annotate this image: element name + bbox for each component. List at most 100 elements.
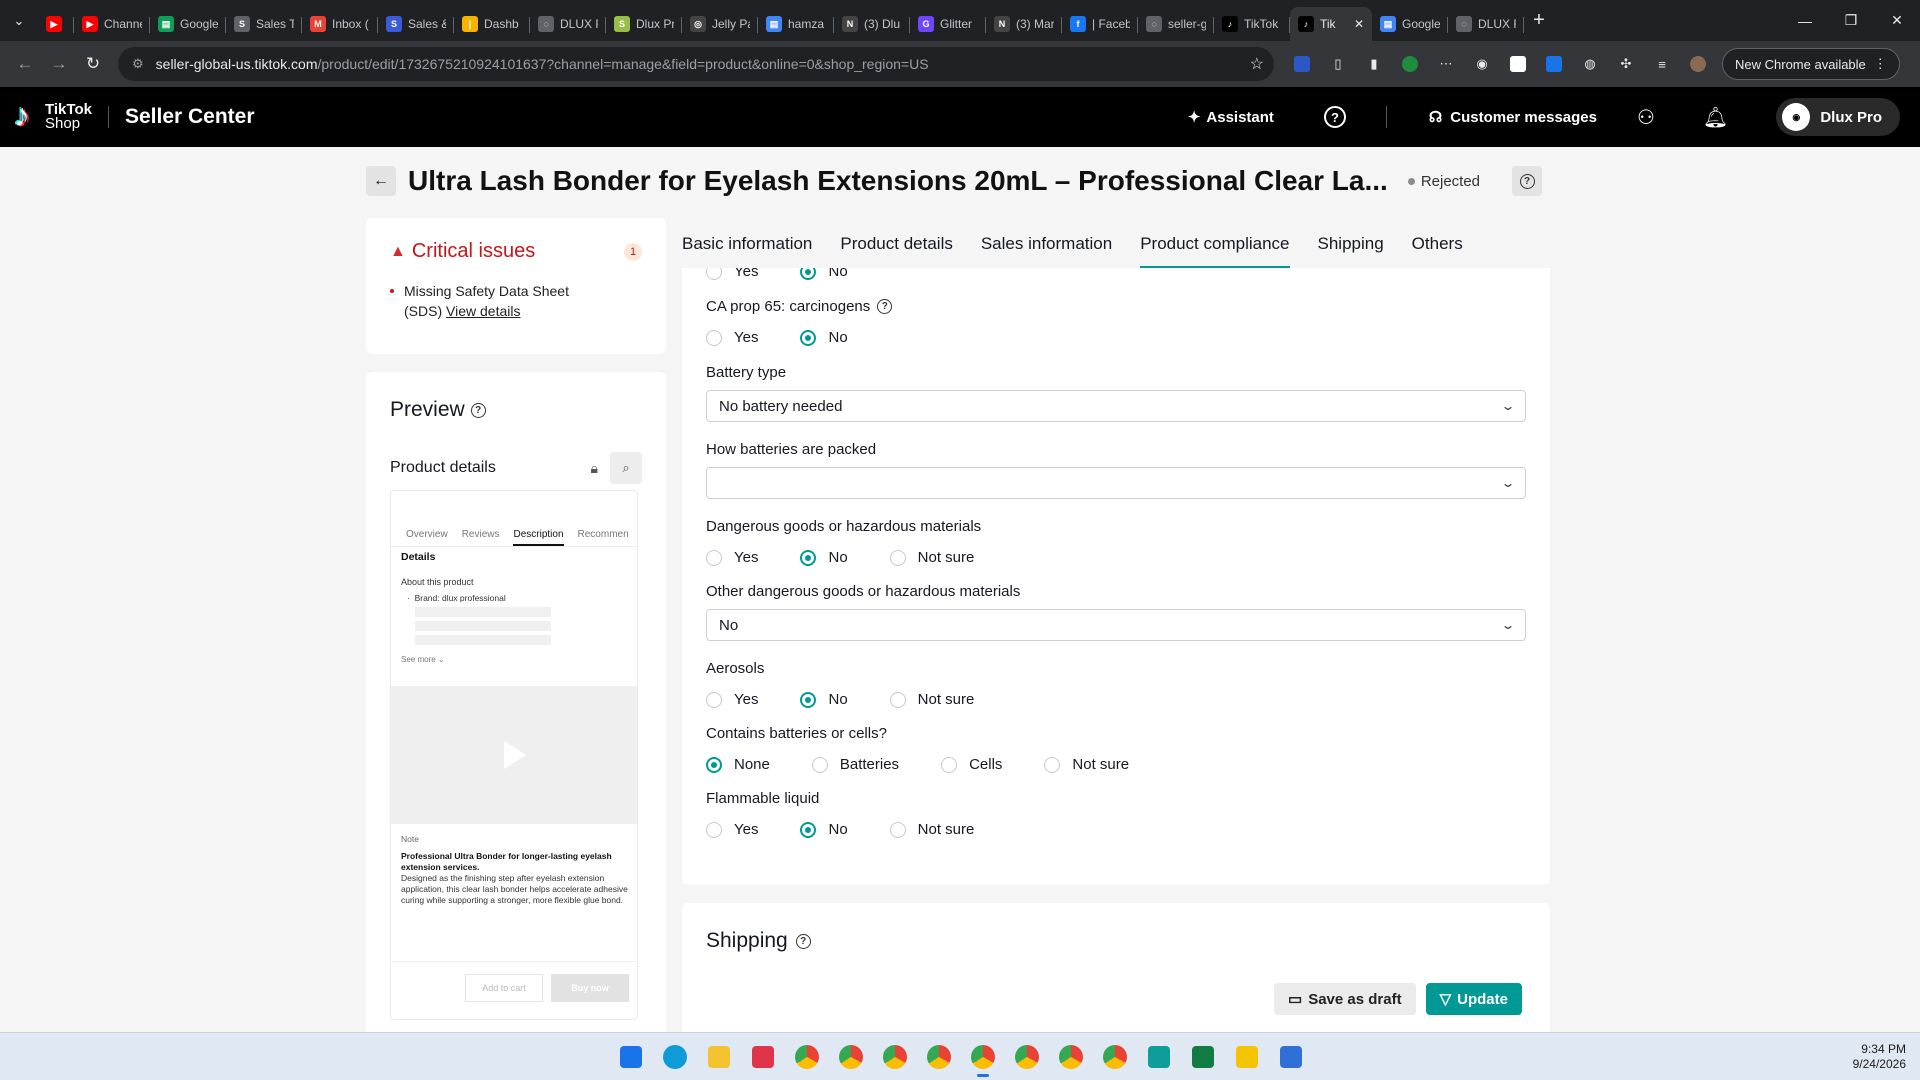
tab-others[interactable]: Others (1412, 234, 1463, 268)
radio-circle[interactable] (800, 329, 817, 346)
page-help-button[interactable]: ? (1512, 166, 1542, 196)
radio-option[interactable]: No (800, 329, 848, 346)
radio-circle[interactable] (889, 691, 906, 708)
radio-option[interactable]: Cells (941, 756, 1002, 773)
forward-icon[interactable]: → (42, 47, 76, 81)
zoom-preview-icon[interactable]: ⌕ (610, 452, 642, 484)
taskbar-explorer-icon[interactable] (703, 1041, 735, 1073)
radio-circle[interactable] (889, 821, 906, 838)
browser-tab[interactable]: ▤ Google (150, 7, 226, 41)
video-placeholder[interactable] (391, 686, 637, 824)
browser-tab[interactable]: ◌ DLUX F (530, 7, 606, 41)
radio-circle[interactable] (1044, 756, 1061, 773)
restore-icon[interactable]: ❐ (1828, 0, 1874, 41)
radio-option[interactable]: Batteries (811, 756, 899, 773)
browser-tab[interactable]: f | Faceb (1062, 7, 1138, 41)
extension-tablet-icon[interactable]: ▯ (1324, 50, 1352, 78)
lock-icon[interactable]: 🔒︎ (591, 460, 598, 477)
radio-circle[interactable] (706, 329, 722, 346)
taskbar-chrome-icon[interactable] (879, 1041, 911, 1073)
radio-circle[interactable] (889, 549, 906, 566)
browser-tab[interactable]: ▤ hamza (758, 7, 834, 41)
browser-tab[interactable]: S Dlux Pr (606, 7, 682, 41)
browser-tab[interactable]: ▤ Google (1372, 7, 1448, 41)
new-tab-icon[interactable]: + (1524, 4, 1554, 38)
radio-option[interactable]: Yes (706, 821, 758, 838)
see-more-link[interactable]: See more ⌄ (401, 655, 627, 664)
taskbar-snipping-icon[interactable] (747, 1041, 779, 1073)
browser-tab[interactable]: N (3) Dlu (834, 7, 910, 41)
extension-gear-icon[interactable] (1540, 50, 1568, 78)
taskbar-photos-icon[interactable] (1275, 1041, 1307, 1073)
shipping-help-icon[interactable]: ? (795, 933, 811, 949)
taskbar-chrome-icon[interactable] (835, 1041, 867, 1073)
extension-more-icon[interactable]: ⋯ (1432, 50, 1460, 78)
radio-circle[interactable] (941, 756, 958, 773)
taskbar-chat-icon[interactable] (1231, 1041, 1263, 1073)
profile-avatar-icon[interactable] (1684, 50, 1712, 78)
radio-circle[interactable] (800, 821, 817, 838)
tab-sales-information[interactable]: Sales information (981, 234, 1112, 268)
radio-option[interactable]: Yes (706, 329, 758, 346)
radio-option[interactable]: No (800, 691, 848, 708)
tab-product-compliance[interactable]: Product compliance (1140, 234, 1290, 268)
radio-circle[interactable] (706, 549, 722, 566)
media-controls-icon[interactable]: ≡ (1648, 50, 1676, 78)
system-clock[interactable]: 9:34 PM 9/24/2026 (1853, 1042, 1906, 1072)
battery-type-select[interactable]: No battery needed ⌄ (706, 390, 1526, 422)
radio-circle[interactable] (800, 691, 817, 708)
radio-option[interactable]: Not sure (1044, 756, 1129, 773)
taskbar-chrome-icon[interactable] (791, 1041, 823, 1073)
extension-chart-icon[interactable] (1288, 50, 1316, 78)
taskbar-chrome-icon[interactable] (967, 1041, 999, 1077)
extension-chat-icon[interactable]: ◉ (1468, 50, 1496, 78)
tab-basic-information[interactable]: Basic information (682, 234, 812, 268)
extension-green-icon[interactable] (1396, 50, 1424, 78)
extension-doc-icon[interactable]: ▮ (1360, 50, 1388, 78)
browser-tab[interactable]: S Sales & (378, 7, 454, 41)
taskbar-chrome-icon[interactable] (923, 1041, 955, 1073)
notification-bell-icon[interactable]: 🔔︎ (1703, 105, 1728, 130)
browser-tab[interactable]: ♪ TikTok (1214, 7, 1290, 41)
extension-v-icon[interactable] (1504, 50, 1532, 78)
browser-tab[interactable]: ▶ (38, 7, 74, 41)
extensions-puzzle-icon[interactable]: ✣ (1612, 50, 1640, 78)
radio-option[interactable]: No (800, 549, 848, 566)
browser-tab[interactable]: ▶ Channe (74, 7, 150, 41)
tab-search-icon[interactable]: ⌄ (0, 0, 38, 41)
radio-option[interactable]: Not sure (889, 691, 974, 708)
taskbar-chrome-icon[interactable] (1011, 1041, 1043, 1073)
radio-option[interactable]: No (800, 821, 848, 838)
view-details-link[interactable]: View details (446, 303, 520, 319)
address-bar[interactable]: ⚙ seller-global-us.tiktok.com /product/e… (118, 47, 1274, 81)
preview-help-icon[interactable]: ? (470, 402, 486, 418)
back-arrow-button[interactable]: ← (366, 166, 396, 196)
bookmark-star-icon[interactable]: ☆ (1250, 54, 1264, 74)
radio-circle[interactable] (706, 821, 722, 838)
browser-tab[interactable]: S Sales T (226, 7, 302, 41)
taskbar-excel-icon[interactable] (1187, 1041, 1219, 1073)
tiktok-shop-logo[interactable]: TikTok Shop (14, 97, 92, 134)
extension-globe-icon[interactable]: ◍ (1576, 50, 1604, 78)
taskbar-edge-icon[interactable] (659, 1041, 691, 1073)
info-icon[interactable]: ? (877, 299, 893, 314)
radio-option[interactable]: Yes (706, 549, 758, 566)
update-button[interactable]: ▽ Update (1425, 983, 1522, 1015)
minimize-icon[interactable]: — (1782, 0, 1828, 41)
taskbar-app-icon[interactable] (1143, 1041, 1175, 1073)
close-tab-icon[interactable]: ✕ (1354, 17, 1364, 31)
help-icon[interactable]: ? (1323, 106, 1346, 128)
browser-tab[interactable]: | Dashb (454, 7, 530, 41)
browser-tab-active[interactable]: ♪ Tik ✕ (1290, 7, 1372, 41)
taskbar-chrome-icon[interactable] (1055, 1041, 1087, 1073)
tab-shipping[interactable]: Shipping (1318, 234, 1384, 268)
browser-tab[interactable]: M Inbox ( (302, 7, 378, 41)
other-dangerous-select[interactable]: No ⌄ (706, 609, 1526, 641)
radio-circle[interactable] (706, 691, 722, 708)
close-window-icon[interactable]: ✕ (1874, 0, 1920, 41)
batteries-packed-select[interactable]: ⌄ (706, 467, 1526, 499)
new-chrome-available-button[interactable]: New Chrome available ⋮ (1722, 48, 1900, 80)
browser-tab[interactable]: G Glitter (910, 7, 986, 41)
kebab-menu-icon[interactable]: ⋮ (1874, 56, 1887, 72)
account-menu[interactable]: ◉ Dlux Pro (1776, 98, 1900, 136)
